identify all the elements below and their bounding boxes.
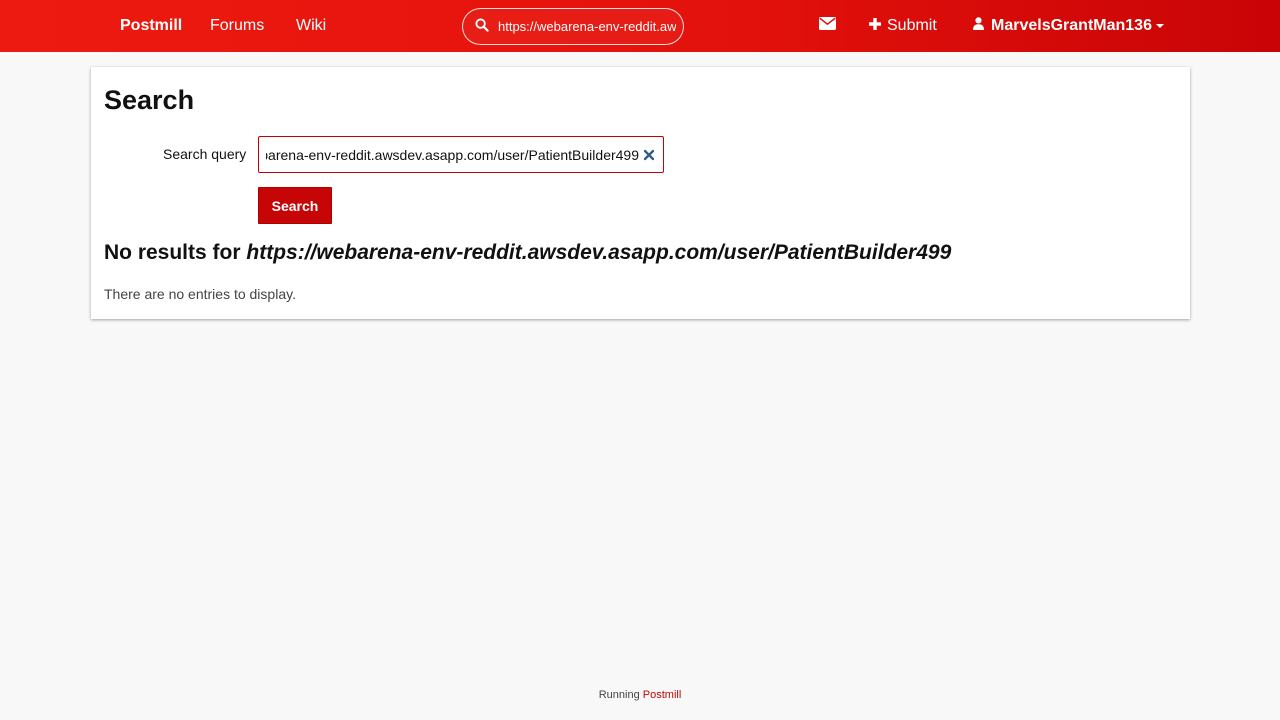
nav-search-input[interactable] — [498, 9, 676, 44]
username-label: MarvelsGrantMan136 — [991, 17, 1152, 34]
empty-state-text: There are no entries to display. — [104, 286, 296, 302]
no-results-heading: No results for https://webarena-env-redd… — [104, 241, 951, 265]
footer: Running Postmill — [0, 689, 1280, 701]
clear-icon[interactable] — [643, 148, 655, 161]
plus-icon — [869, 17, 887, 35]
forums-link[interactable]: Forums — [210, 0, 264, 52]
search-query-input[interactable] — [259, 137, 639, 172]
top-navbar: Postmill Forums Wiki Submit — [0, 0, 1280, 52]
submit-button[interactable]: Submit — [869, 0, 937, 52]
footer-prefix: Running — [598, 689, 640, 701]
wiki-link[interactable]: Wiki — [296, 0, 326, 52]
nav-search-box — [462, 8, 684, 45]
search-card: Search Search query Search No results fo… — [91, 67, 1190, 319]
chevron-down-icon — [1155, 24, 1164, 28]
submit-label: Submit — [887, 17, 937, 34]
messages-button[interactable] — [819, 0, 836, 52]
search-query-label: Search query — [163, 146, 247, 162]
search-icon — [475, 18, 489, 32]
search-button[interactable]: Search — [258, 187, 332, 224]
user-menu-button[interactable]: MarvelsGrantMan136 — [973, 0, 1164, 52]
no-results-prefix: No results for — [104, 241, 241, 264]
brand-link[interactable]: Postmill — [120, 0, 182, 52]
envelope-icon — [819, 17, 836, 35]
page-title: Search — [104, 85, 195, 115]
search-query-field — [258, 136, 664, 173]
no-results-query: https://webarena-env-reddit.awsdev.asapp… — [246, 241, 952, 264]
user-icon — [973, 17, 984, 35]
footer-postmill-link[interactable]: Postmill — [643, 689, 682, 701]
